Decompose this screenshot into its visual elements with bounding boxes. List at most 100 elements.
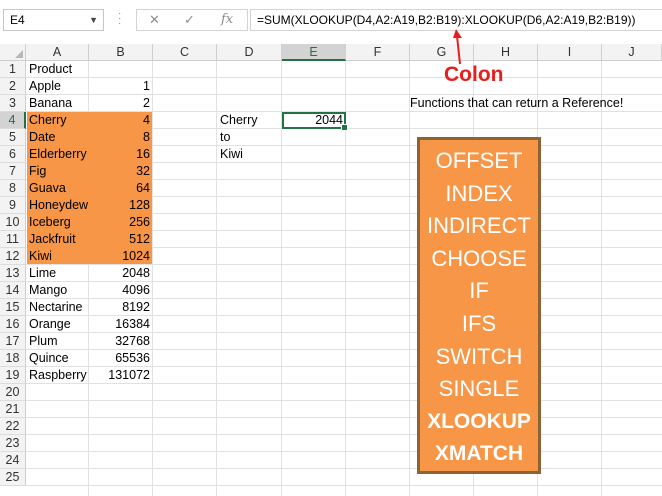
row-header-15[interactable]: 15 — [0, 299, 26, 316]
cell-b11[interactable]: 512 — [89, 231, 153, 248]
cell-a3[interactable]: Banana — [26, 95, 89, 112]
cell-a13[interactable]: Lime — [26, 265, 89, 282]
column-header-c[interactable]: C — [153, 44, 217, 61]
row-header-14[interactable]: 14 — [0, 282, 26, 299]
cell-a9[interactable]: Honeydew — [26, 197, 89, 214]
cell-b4[interactable]: 4 — [89, 112, 153, 129]
cell-b15[interactable]: 8192 — [89, 299, 153, 316]
chevron-down-icon[interactable]: ▼ — [89, 10, 98, 30]
cell-b5[interactable]: 8 — [89, 129, 153, 146]
column-header-e[interactable]: E — [282, 44, 346, 61]
row-header-11[interactable]: 11 — [0, 231, 26, 248]
cell-b9[interactable]: 128 — [89, 197, 153, 214]
row-header-12[interactable]: 12 — [0, 248, 26, 265]
cell-a4[interactable]: Cherry — [26, 112, 89, 129]
insert-function-fx-icon[interactable]: fx — [221, 10, 233, 30]
function-choose: CHOOSE — [431, 245, 527, 271]
cell-b18[interactable]: 65536 — [89, 350, 153, 367]
row-header-10[interactable]: 10 — [0, 214, 26, 231]
cell-a8[interactable]: Guava — [26, 180, 89, 197]
cell-d4[interactable]: Cherry — [217, 112, 261, 129]
cell-b14[interactable]: 4096 — [89, 282, 153, 299]
functions-box: OFFSET INDEX INDIRECT CHOOSE IF IFS SWITCH SING… — [417, 137, 541, 474]
cell-a6[interactable]: Elderberry — [26, 146, 89, 163]
row-header-2[interactable]: 2 — [0, 78, 26, 95]
row-header-16[interactable]: 16 — [0, 316, 26, 333]
gridline-row — [26, 417, 662, 418]
more-options-icon[interactable]: · · · — [118, 9, 126, 29]
row-header-21[interactable]: 21 — [0, 401, 26, 418]
cell-b12[interactable]: 1024 — [89, 248, 153, 265]
cell-a1[interactable]: Product — [26, 61, 89, 78]
colon-label: Colon — [444, 63, 504, 86]
row-header-25[interactable]: 25 — [0, 469, 26, 486]
cell-a11[interactable]: Jackfruit — [26, 231, 89, 248]
cell-b3[interactable]: 2 — [89, 95, 153, 112]
row-header-4[interactable]: 4 — [0, 112, 26, 129]
gridline-row — [26, 485, 662, 486]
row-header-20[interactable]: 20 — [0, 384, 26, 401]
row-header-6[interactable]: 6 — [0, 146, 26, 163]
function-xlookup: XLOOKUP — [427, 409, 531, 433]
enter-check-icon[interactable]: ✓ — [184, 10, 195, 30]
cell-b8[interactable]: 64 — [89, 180, 153, 197]
row-header-18[interactable]: 18 — [0, 350, 26, 367]
column-header-j[interactable]: J — [602, 44, 662, 61]
gridline-column — [409, 61, 410, 496]
gridline-row — [26, 434, 662, 435]
cell-d5[interactable]: to — [217, 129, 233, 146]
formula-bar-area: E4 ▼ · · · ✕ ✓ fx =SUM(XLOOKUP(D4,A2:A19,B… — [0, 0, 662, 44]
column-header-b[interactable]: B — [89, 44, 153, 61]
row-header-3[interactable]: 3 — [0, 95, 26, 112]
row-header-22[interactable]: 22 — [0, 418, 26, 435]
cell-b16[interactable]: 16384 — [89, 316, 153, 333]
row-header-7[interactable]: 7 — [0, 163, 26, 180]
name-box[interactable]: E4 ▼ — [3, 9, 104, 31]
row-header-17[interactable]: 17 — [0, 333, 26, 350]
column-header-f[interactable]: F — [346, 44, 410, 61]
column-header-h[interactable]: H — [474, 44, 538, 61]
cell-b6[interactable]: 16 — [89, 146, 153, 163]
name-box-value: E4 — [10, 13, 25, 27]
function-single: SINGLE — [438, 376, 520, 402]
cell-a15[interactable]: Nectarine — [26, 299, 89, 316]
arrow-up-icon — [453, 29, 462, 65]
cell-a16[interactable]: Orange — [26, 316, 89, 333]
cell-a10[interactable]: Iceberg — [26, 214, 89, 231]
cancel-x-icon[interactable]: ✕ — [149, 10, 160, 30]
cell-b13[interactable]: 2048 — [89, 265, 153, 282]
formula-buttons: ✕ ✓ fx — [136, 9, 248, 31]
row-header-13[interactable]: 13 — [0, 265, 26, 282]
select-all-corner[interactable] — [0, 44, 26, 61]
active-cell-e4[interactable] — [282, 112, 348, 131]
column-header-a[interactable]: A — [26, 44, 89, 61]
cell-a12[interactable]: Kiwi — [26, 248, 89, 265]
function-ifs: IFS — [461, 311, 497, 336]
row-header-5[interactable]: 5 — [0, 129, 26, 146]
row-header-23[interactable]: 23 — [0, 435, 26, 452]
cell-b1[interactable] — [89, 61, 153, 78]
cell-a17[interactable]: Plum — [26, 333, 89, 350]
row-header-9[interactable]: 9 — [0, 197, 26, 214]
cell-a7[interactable]: Fig — [26, 163, 89, 180]
cell-d6[interactable]: Kiwi — [217, 146, 246, 163]
row-header-24[interactable]: 24 — [0, 452, 26, 469]
row-header-1[interactable]: 1 — [0, 61, 26, 78]
cell-a19[interactable]: Raspberry — [26, 367, 89, 384]
cell-a2[interactable]: Apple — [26, 78, 89, 95]
cell-a14[interactable]: Mango — [26, 282, 89, 299]
cell-a5[interactable]: Date — [26, 129, 89, 146]
cell-b19[interactable]: 131072 — [89, 367, 153, 384]
function-indirect: INDIRECT — [427, 213, 531, 239]
column-header-i[interactable]: I — [538, 44, 602, 61]
cell-b10[interactable]: 256 — [89, 214, 153, 231]
row-header-8[interactable]: 8 — [0, 180, 26, 197]
cell-b2[interactable]: 1 — [89, 78, 153, 95]
cell-a18[interactable]: Quince — [26, 350, 89, 367]
function-if: IF — [469, 278, 489, 304]
function-xmatch: XMATCH — [434, 442, 524, 466]
column-header-d[interactable]: D — [217, 44, 282, 61]
cell-b17[interactable]: 32768 — [89, 333, 153, 350]
cell-b7[interactable]: 32 — [89, 163, 153, 180]
row-header-19[interactable]: 19 — [0, 367, 26, 384]
